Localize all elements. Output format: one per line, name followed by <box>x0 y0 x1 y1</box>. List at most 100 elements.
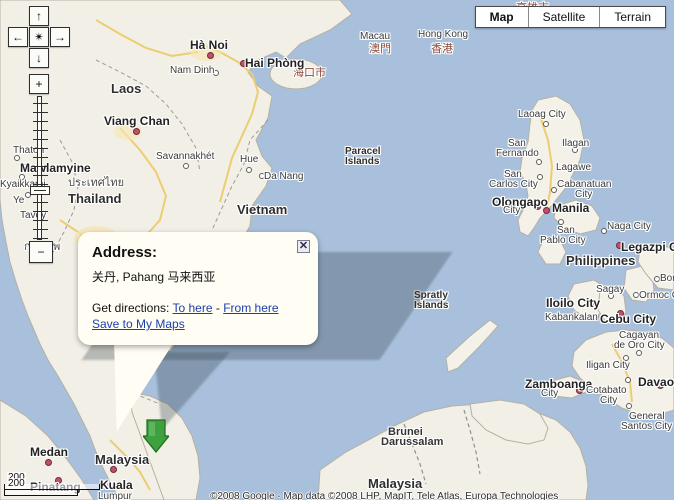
city-label: Manila <box>552 201 590 215</box>
city-label: Da Nang <box>264 171 304 182</box>
city-label: Ormoc C <box>639 290 674 301</box>
pan-right-button[interactable]: → <box>50 27 70 47</box>
zoom-tick <box>33 229 48 230</box>
country-label: Vietnam <box>237 202 288 217</box>
zoom-tick <box>33 139 48 140</box>
sea-feature-label: Islands <box>345 156 380 167</box>
city-label: Zamboanga <box>525 377 593 391</box>
city-label: Sagay <box>596 284 625 295</box>
city-dot <box>207 52 214 59</box>
map-type-button-satellite[interactable]: Satellite <box>528 7 601 27</box>
zoom-tick <box>33 202 48 203</box>
zoom-tick <box>33 130 48 131</box>
city-dot <box>45 459 52 466</box>
pan-down-button[interactable]: ↓ <box>29 48 49 68</box>
city-label: Mawlamyine <box>20 161 91 175</box>
cjk-label: 澳門 <box>369 43 391 55</box>
zoom-tick <box>33 220 48 221</box>
thai-script-label: ประเทศไทย <box>68 177 125 189</box>
city-label: Davao City <box>638 375 674 389</box>
scale-bar-secondary: 200 <box>4 478 78 496</box>
zoom-tick <box>33 238 48 239</box>
copyright-notice: ©2008 Google - Map data ©2008 LHP, MapIT… <box>210 491 559 500</box>
pan-up-button[interactable]: ↑ <box>29 6 49 26</box>
city-dot <box>543 121 549 127</box>
city-dot <box>110 466 117 473</box>
info-window-directions: Get directions: To here - From here <box>92 301 304 315</box>
city-label: Laoag City <box>518 109 566 120</box>
zoom-tick <box>33 103 48 104</box>
city-label: Kuala <box>100 478 133 492</box>
zoom-tick <box>33 184 48 185</box>
recenter-button[interactable]: ✴ <box>29 27 49 47</box>
city-label: City <box>575 189 593 200</box>
info-window[interactable]: ✕ Address: 关丹, Pahang 马来西亚 Get direction… <box>78 232 318 345</box>
to-here-link[interactable]: To here <box>173 301 213 315</box>
country-label: Laos <box>111 81 142 96</box>
zoom-tick <box>33 211 48 212</box>
info-window-title: Address: <box>92 244 158 261</box>
info-window-address: 关丹, Pahang 马来西亚 <box>92 270 216 284</box>
cjk-label: 香港 <box>431 43 453 55</box>
city-label: Pablo City <box>540 235 586 246</box>
zoom-slider-track[interactable] <box>33 96 48 240</box>
zoom-out-button[interactable]: − <box>29 241 53 263</box>
directions-label: Get directions: <box>92 301 170 315</box>
city-label: City <box>600 395 618 406</box>
zoom-tick <box>33 112 48 113</box>
city-label: Naga City <box>607 221 651 232</box>
country-label: Malaysia <box>95 452 150 467</box>
city-dot <box>183 163 189 169</box>
link-separator: - <box>215 301 220 315</box>
city-label: Ilagan <box>562 138 590 149</box>
city-label: Viang Chan <box>104 114 170 128</box>
scale-bar: 200 200 <box>4 472 100 496</box>
zoom-slider-handle[interactable] <box>30 186 50 195</box>
city-label: Ye <box>13 195 25 206</box>
city-label: Legazpi City <box>621 240 674 254</box>
city-dot <box>626 403 632 409</box>
save-to-my-maps-link[interactable]: Save to My Maps <box>92 317 185 331</box>
country-label: Darussalam <box>381 436 444 448</box>
city-label: Santos City <box>621 421 673 432</box>
country-label: Philippines <box>566 253 636 268</box>
city-label: Macau <box>360 31 391 42</box>
scale-bar-secondary-label: 200 <box>7 478 26 489</box>
sea-feature-label: Islands <box>414 300 449 311</box>
green-arrow-marker[interactable] <box>143 418 169 454</box>
from-here-link[interactable]: From here <box>223 301 278 315</box>
city-label: Nam Dinh <box>170 65 215 76</box>
city-label: Hong Kong <box>418 29 469 40</box>
city-dot <box>625 377 631 383</box>
city-label: City <box>541 388 559 399</box>
zoom-in-button[interactable]: + <box>29 74 49 94</box>
city-label: Hà Noi <box>190 38 229 52</box>
country-label: Malaysia <box>368 476 423 491</box>
city-label: Lumpur <box>98 491 132 500</box>
zoom-tick <box>33 148 48 149</box>
city-label: Medan <box>30 445 69 459</box>
zoom-tick <box>33 121 48 122</box>
map-type-button-terrain[interactable]: Terrain <box>600 7 665 27</box>
city-label: Cebu City <box>600 312 657 326</box>
zoom-tick <box>33 157 48 158</box>
zoom-tick <box>33 166 48 167</box>
zoom-tick <box>33 175 48 176</box>
city-label: Savannakhét <box>156 151 215 162</box>
city-label: City <box>503 205 521 216</box>
map-type-button-map[interactable]: Map <box>475 7 529 27</box>
city-label: de Oro City <box>614 340 665 351</box>
map-type-control[interactable]: Map Satellite Terrain <box>474 6 666 28</box>
country-label: Thailand <box>68 191 122 206</box>
city-dot <box>536 159 542 165</box>
city-label: Kabankalan <box>545 312 598 323</box>
map-viewport[interactable]: Laos Thailand Vietnam Philippines Malaysia Ma… <box>0 0 674 500</box>
city-label: Hue <box>240 154 259 165</box>
city-label: Fernando <box>496 148 539 159</box>
city-label: Lagawe <box>556 162 592 173</box>
close-icon[interactable]: ✕ <box>297 240 310 253</box>
city-label: Boro <box>660 273 674 284</box>
city-label: Hai Phòng <box>245 56 305 70</box>
pan-left-button[interactable]: ← <box>8 27 28 47</box>
city-label: Iloilo City <box>546 296 600 310</box>
